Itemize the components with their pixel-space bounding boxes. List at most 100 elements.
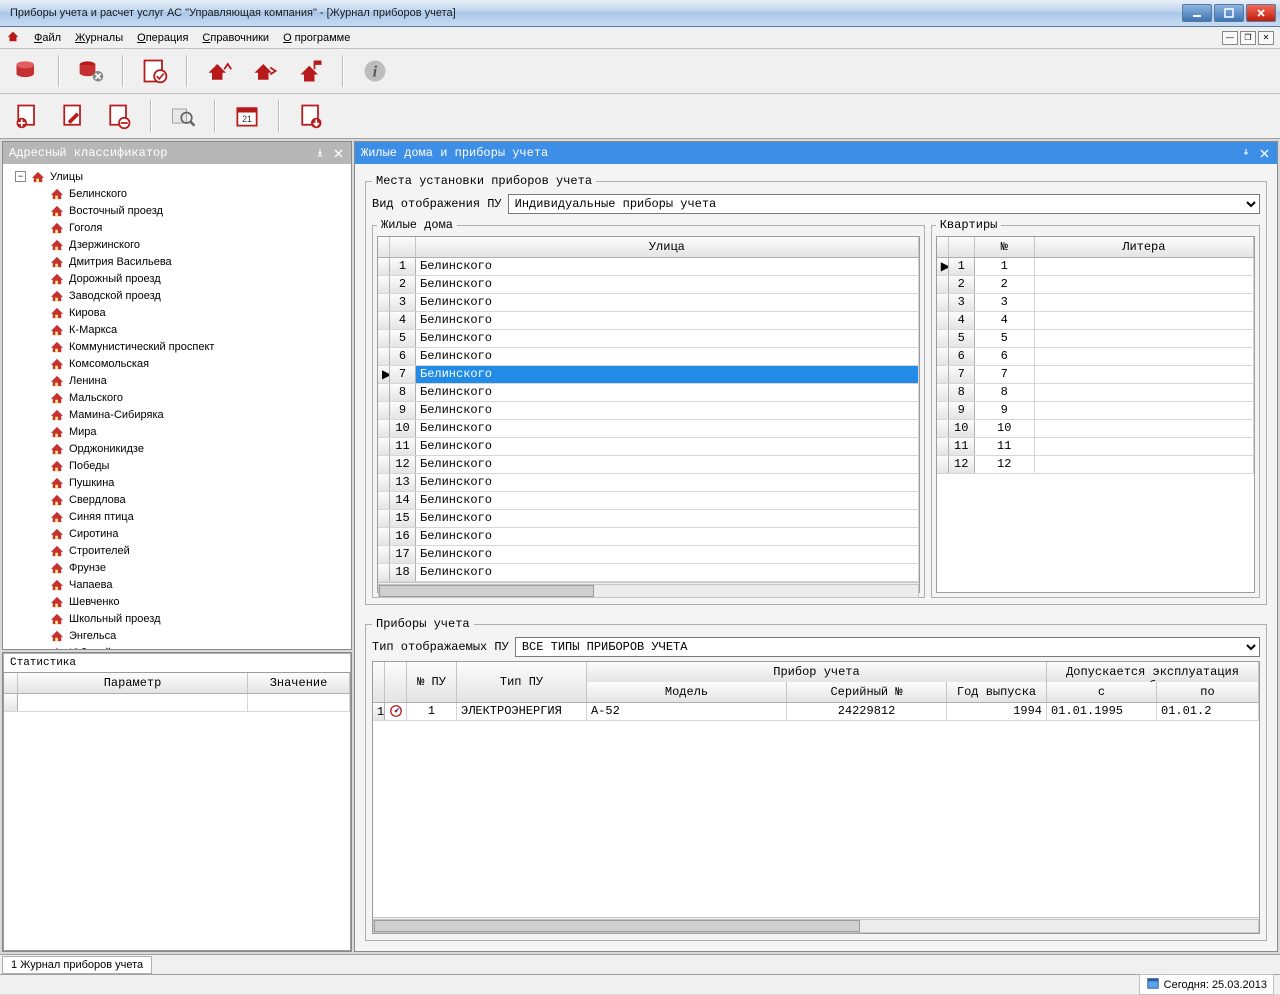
- devices-grid[interactable]: 1▶ 1 ЭЛЕКТРОЭНЕРГИЯ А-52 24229812 1994: [373, 703, 1259, 917]
- tree-item[interactable]: Белинского: [5, 185, 349, 202]
- dev-col-serial[interactable]: Серийный №: [787, 682, 947, 702]
- pin-icon[interactable]: [1239, 146, 1253, 160]
- doc-edit-button[interactable]: [52, 98, 94, 134]
- houses-col-street[interactable]: Улица: [416, 237, 919, 257]
- classifier-tree[interactable]: −УлицыБелинскогоВосточный проездГоголяДз…: [3, 164, 351, 649]
- maximize-button[interactable]: [1214, 4, 1244, 22]
- table-row[interactable]: ▶7Белинского: [378, 366, 919, 384]
- tree-item[interactable]: Чапаева: [5, 576, 349, 593]
- table-row[interactable]: 3Белинского: [378, 294, 919, 312]
- table-row[interactable]: 99: [937, 402, 1254, 420]
- apartments-grid[interactable]: ▶112233445566778899101011111212: [937, 258, 1254, 592]
- dev-col-allowed[interactable]: Допускается эксплуатация прибора: [1047, 662, 1259, 682]
- panel-close-icon[interactable]: [331, 146, 345, 160]
- info-button[interactable]: i: [354, 53, 396, 89]
- table-row[interactable]: 15Белинского: [378, 510, 919, 528]
- table-row[interactable]: 8Белинского: [378, 384, 919, 402]
- tree-item[interactable]: Мамина-Сибиряка: [5, 406, 349, 423]
- menu-about[interactable]: О программе: [283, 32, 350, 44]
- search-button[interactable]: [162, 98, 204, 134]
- menu-references[interactable]: Справочники: [202, 32, 269, 44]
- dev-col-model[interactable]: Модель: [587, 682, 787, 702]
- table-row[interactable]: 16Белинского: [378, 528, 919, 546]
- tree-root[interactable]: −Улицы: [5, 168, 349, 185]
- table-row[interactable]: 13Белинского: [378, 474, 919, 492]
- table-row[interactable]: 33: [937, 294, 1254, 312]
- table-row[interactable]: 12Белинского: [378, 456, 919, 474]
- tree-item[interactable]: Дорожный проезд: [5, 270, 349, 287]
- table-row[interactable]: 1Белинского: [378, 258, 919, 276]
- table-row[interactable]: 11Белинского: [378, 438, 919, 456]
- apts-col-lit[interactable]: Литера: [1035, 237, 1254, 257]
- table-row[interactable]: 88: [937, 384, 1254, 402]
- apts-col-no[interactable]: №: [975, 237, 1035, 257]
- menu-operation[interactable]: Операция: [137, 32, 188, 44]
- tree-item[interactable]: Заводской проезд: [5, 287, 349, 304]
- devices-hscroll[interactable]: [373, 917, 1259, 933]
- table-row[interactable]: 66: [937, 348, 1254, 366]
- tree-item[interactable]: Мира: [5, 423, 349, 440]
- menu-file[interactable]: Файл: [34, 32, 61, 44]
- house-right-button[interactable]: [244, 53, 286, 89]
- db-button[interactable]: [6, 53, 48, 89]
- tree-item[interactable]: Юбилейная: [5, 644, 349, 649]
- tree-item[interactable]: Гоголя: [5, 219, 349, 236]
- houses-grid[interactable]: 1Белинского2Белинского3Белинского4Белинс…: [378, 258, 919, 582]
- doc-down-button[interactable]: [290, 98, 332, 134]
- mdi-minimize[interactable]: —: [1222, 31, 1238, 45]
- stats-col-param[interactable]: Параметр: [18, 673, 248, 693]
- table-row[interactable]: 55: [937, 330, 1254, 348]
- house-flag-button[interactable]: [290, 53, 332, 89]
- db-delete-button[interactable]: [70, 53, 112, 89]
- tree-item[interactable]: Дмитрия Васильева: [5, 253, 349, 270]
- tree-item[interactable]: Победы: [5, 457, 349, 474]
- table-row[interactable]: 1111: [937, 438, 1254, 456]
- dev-col-from[interactable]: с: [1047, 682, 1157, 702]
- tree-item[interactable]: К-Маркса: [5, 321, 349, 338]
- table-row[interactable]: 14Белинского: [378, 492, 919, 510]
- pin-icon[interactable]: [313, 146, 327, 160]
- tree-item[interactable]: Шевченко: [5, 593, 349, 610]
- table-row[interactable]: ▶11: [937, 258, 1254, 276]
- dev-col-year[interactable]: Год выпуска: [947, 682, 1047, 702]
- doc-remove-button[interactable]: [98, 98, 140, 134]
- device-type-select[interactable]: ВСЕ ТИПЫ ПРИБОРОВ УЧЕТА: [515, 637, 1260, 657]
- dev-col-no[interactable]: № ПУ: [407, 662, 457, 702]
- tree-item[interactable]: Синяя птица: [5, 508, 349, 525]
- houses-hscroll[interactable]: [378, 582, 919, 598]
- table-row[interactable]: 6Белинского: [378, 348, 919, 366]
- tree-item[interactable]: Свердлова: [5, 491, 349, 508]
- table-row[interactable]: 22: [937, 276, 1254, 294]
- tab-journal[interactable]: 1 Журнал приборов учета: [2, 956, 152, 974]
- tree-item[interactable]: Строителей: [5, 542, 349, 559]
- table-row[interactable]: 1010: [937, 420, 1254, 438]
- table-row[interactable]: 1▶ 1 ЭЛЕКТРОЭНЕРГИЯ А-52 24229812 1994: [373, 703, 1259, 721]
- close-button[interactable]: [1246, 4, 1276, 22]
- table-row[interactable]: 2Белинского: [378, 276, 919, 294]
- view-mode-select[interactable]: Индивидуальные приборы учета: [508, 194, 1260, 214]
- table-row[interactable]: 5Белинского: [378, 330, 919, 348]
- table-row[interactable]: 17Белинского: [378, 546, 919, 564]
- tree-item[interactable]: Мальского: [5, 389, 349, 406]
- tree-item[interactable]: Сиротина: [5, 525, 349, 542]
- stats-col-value[interactable]: Значение: [248, 673, 350, 693]
- dev-col-type[interactable]: Тип ПУ: [457, 662, 587, 702]
- sheet-check-button[interactable]: [134, 53, 176, 89]
- tree-item[interactable]: Коммунистический проспект: [5, 338, 349, 355]
- dev-col-device[interactable]: Прибор учета: [587, 662, 1047, 682]
- table-row[interactable]: 9Белинского: [378, 402, 919, 420]
- tree-item[interactable]: Комсомольская: [5, 355, 349, 372]
- table-row[interactable]: 77: [937, 366, 1254, 384]
- menu-journals[interactable]: Журналы: [75, 32, 123, 44]
- calendar-button[interactable]: 21: [226, 98, 268, 134]
- stats-grid-body[interactable]: [4, 694, 350, 950]
- tree-item[interactable]: Школьный проезд: [5, 610, 349, 627]
- tree-item[interactable]: Кирова: [5, 304, 349, 321]
- dev-col-to[interactable]: по: [1157, 682, 1259, 702]
- table-row[interactable]: 44: [937, 312, 1254, 330]
- doc-add-button[interactable]: [6, 98, 48, 134]
- mdi-restore[interactable]: ❐: [1240, 31, 1256, 45]
- tree-item[interactable]: Восточный проезд: [5, 202, 349, 219]
- tree-item[interactable]: Орджоникидзе: [5, 440, 349, 457]
- tree-item[interactable]: Ленина: [5, 372, 349, 389]
